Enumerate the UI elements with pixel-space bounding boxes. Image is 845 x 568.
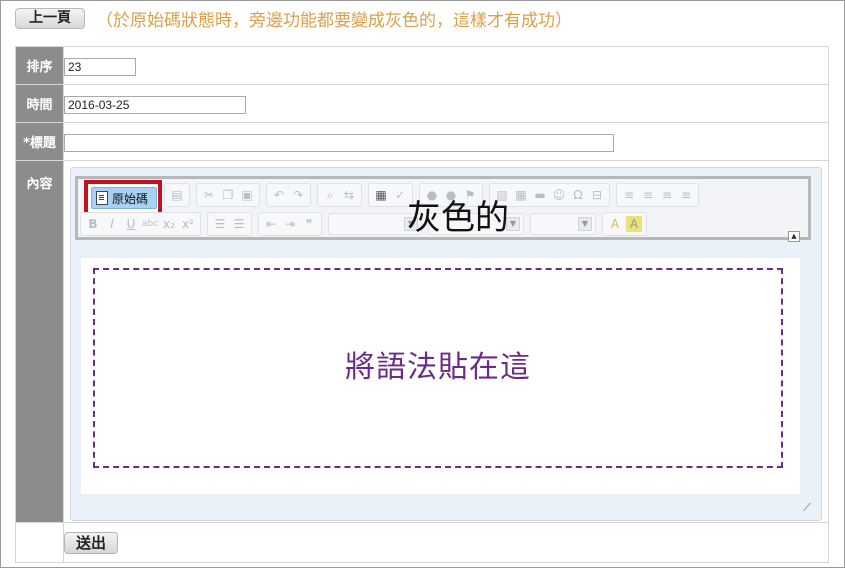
subscript-icon: x₂ [163, 217, 175, 231]
copy-icon: ❐ [222, 188, 234, 202]
bold-icon: B [88, 217, 98, 231]
source-button-label: 原始碼 [112, 191, 149, 206]
replace-icon: ⇆ [343, 188, 355, 202]
editor-content-area[interactable]: 將語法貼在這 [81, 258, 800, 494]
numbered-list-icon: ☰ [214, 217, 226, 231]
blockquote-icon: ❞ [305, 217, 313, 231]
title-label: *標題 [15, 122, 64, 161]
underline-icon: U [126, 217, 136, 231]
italic-icon: I [110, 217, 114, 231]
align-center-icon: ≡ [642, 188, 654, 202]
date-label: 時間 [15, 84, 64, 123]
collapse-toolbar-icon[interactable]: ▲ [788, 231, 800, 242]
size-combo[interactable]: ▼ [530, 213, 596, 235]
paste-zone[interactable]: 將語法貼在這 [93, 268, 783, 468]
pagebreak-icon: ⊟ [591, 188, 603, 202]
newpage-icon: ▤ [171, 188, 183, 202]
rich-text-editor: 原始碼 ▤ ✂ ❐ ▣ ↶ ↷ ⌕ ⇆ ▦ ✓ ● ● ⚑ ▧ ▦ ▬ ☺ Ω … [70, 167, 822, 521]
order-label: 排序 [15, 46, 64, 85]
smiley-icon: ☺ [552, 188, 566, 202]
bg-color-icon: A [626, 216, 642, 232]
chevron-down-icon: ▼ [578, 217, 592, 231]
find-icon: ⌕ [326, 188, 334, 202]
justify-icon: ≡ [680, 188, 692, 202]
selectall-icon: ▦ [375, 188, 387, 202]
document-icon [96, 191, 108, 205]
paste-hint: 將語法貼在這 [345, 350, 531, 385]
indent-icon: ⇥ [284, 217, 296, 231]
source-button[interactable]: 原始碼 [91, 187, 157, 209]
submit-button[interactable]: 送出 [64, 531, 118, 554]
paste-icon: ▣ [241, 188, 253, 202]
instruction-note: （於原始碼狀態時，旁邊功能都要變成灰色的，這樣才有成功） [96, 11, 572, 31]
table-icon: ▦ [515, 188, 527, 202]
special-char-icon: Ω [573, 188, 583, 202]
text-color-icon: A [610, 217, 620, 231]
bulleted-list-icon: ☰ [233, 217, 245, 231]
back-button[interactable]: 上一頁 [15, 8, 85, 29]
undo-icon: ↶ [273, 188, 285, 202]
edit-form: 排序 時間 *標題 內容 原始碼 [15, 46, 829, 563]
align-left-icon: ≡ [623, 188, 635, 202]
cut-icon: ✂ [203, 188, 215, 202]
gray-annotation: 灰色的 [407, 198, 509, 238]
content-label: 內容 [15, 160, 64, 523]
submit-row-spacer [15, 522, 64, 563]
title-input[interactable] [64, 133, 614, 152]
spellcheck-icon: ✓ [394, 188, 406, 202]
date-input[interactable] [64, 95, 246, 114]
strike-icon: abc [142, 219, 159, 229]
order-input[interactable] [64, 57, 136, 76]
align-right-icon: ≡ [661, 188, 673, 202]
superscript-icon: x² [182, 217, 194, 231]
outdent-icon: ⇤ [265, 217, 277, 231]
redo-icon: ↷ [292, 188, 304, 202]
resize-handle-icon[interactable]: ⟋ [803, 502, 815, 514]
hr-icon: ▬ [534, 188, 546, 202]
